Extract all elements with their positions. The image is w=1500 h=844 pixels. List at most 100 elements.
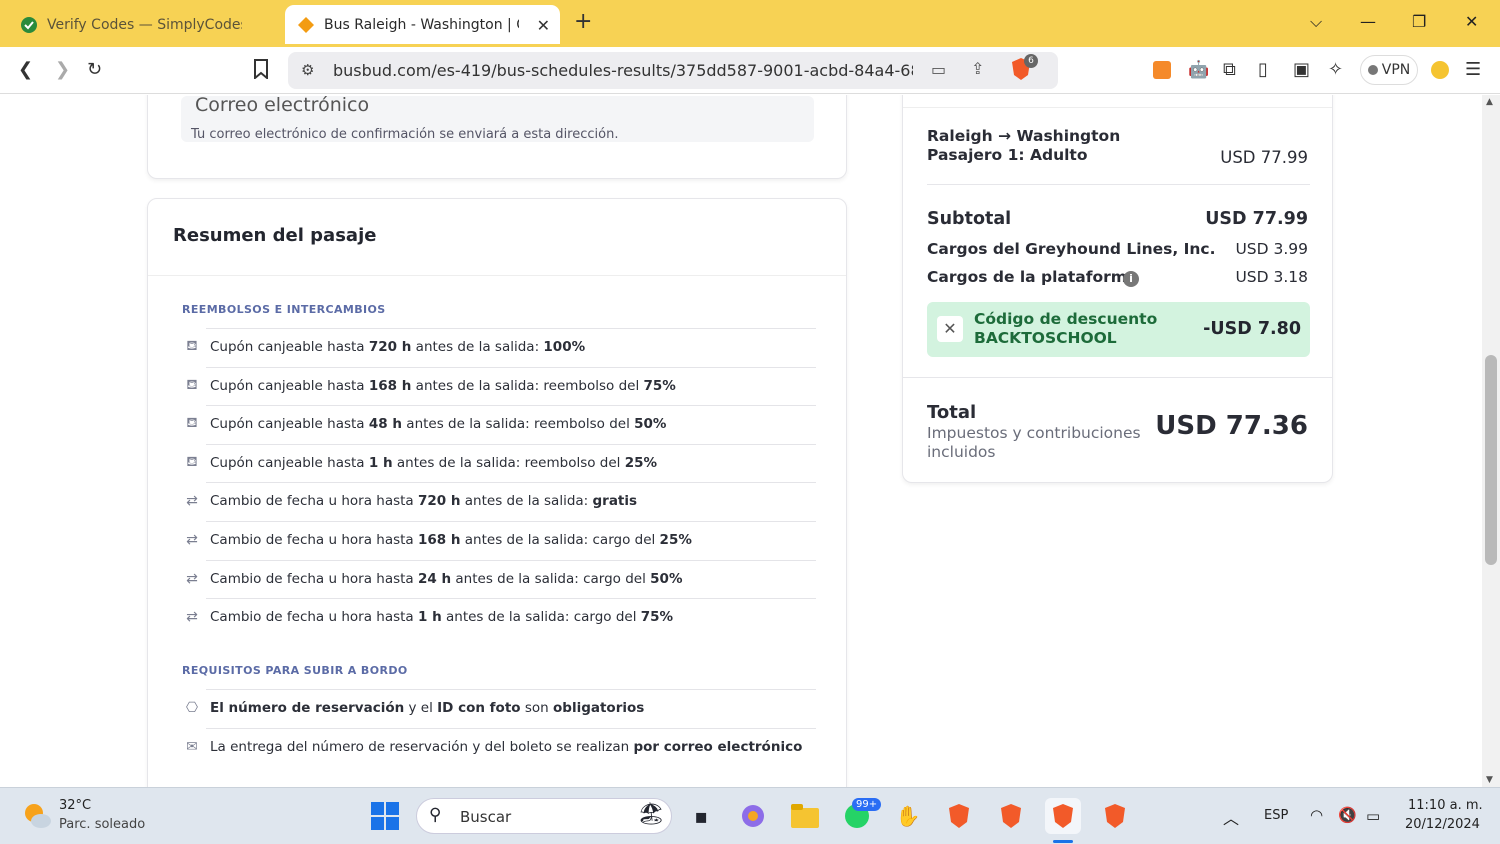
text: Cambio de fecha u hora hasta (210, 570, 418, 587)
exchange-icon: ⇄ (186, 609, 198, 626)
email-hint: Tu correo electrónico de confirmación se… (191, 127, 619, 142)
menu-icon[interactable]: ☰ (1465, 59, 1481, 80)
reload-icon[interactable]: ↻ (87, 59, 102, 80)
minimize-button[interactable]: — (1360, 12, 1376, 31)
tab-list-icon[interactable]: ⌵ (1310, 12, 1322, 32)
emphasis: por correo electrónico (633, 738, 803, 755)
list-item-text: El número de reservación y el ID con fot… (210, 700, 644, 716)
rewards-icon[interactable] (1430, 60, 1450, 85)
bus-icon: ⎔ (185, 700, 199, 716)
summary-title: Resumen del pasaje (173, 225, 377, 246)
cast-icon[interactable]: ▭ (931, 60, 946, 79)
price-card: Raleigh → Washington Pasajero 1: Adulto … (902, 95, 1333, 483)
list-item-text: Cupón canjeable hasta 1 h antes de la sa… (210, 455, 657, 471)
discount-box: ✕ Código de descuento BACKTOSCHOOL -USD … (927, 302, 1310, 357)
row-divider (206, 598, 816, 600)
share-icon[interactable]: ⇪ (971, 59, 984, 78)
extensions-puzzle-icon[interactable]: ⧉ (1223, 59, 1236, 80)
restore-button[interactable]: ❐ (1412, 12, 1426, 31)
task-view-icon[interactable]: ▪ (683, 798, 719, 834)
tab-bar: Verify Codes — SimplyCodes Bus Raleigh -… (0, 0, 1500, 47)
mail-icon: ✉ (186, 738, 198, 755)
site-settings-icon[interactable]: ⚙ (301, 61, 314, 79)
active-indicator (1053, 840, 1073, 843)
clock-date[interactable]: 20/12/2024 (1405, 817, 1480, 832)
clock-time[interactable]: 11:10 a. m. (1408, 798, 1483, 813)
route: Raleigh → Washington (927, 127, 1121, 145)
app-icon[interactable]: ✋ (890, 798, 926, 834)
list-item-text: La entrega del número de reservación y d… (210, 739, 802, 755)
passenger-price: USD 77.99 (1220, 148, 1308, 167)
close-window-button[interactable]: ✕ (1465, 12, 1478, 31)
emphasis: 1 h (417, 609, 442, 626)
battery-icon[interactable]: ▭ (1366, 807, 1380, 825)
language-indicator[interactable]: ESP (1264, 808, 1288, 823)
list-item-text: Cambio de fecha u hora hasta 168 h antes… (210, 532, 692, 548)
tab-title: Verify Codes — SimplyCodes (47, 16, 242, 33)
wifi-icon[interactable]: ◠ (1310, 806, 1323, 824)
search-placeholder: Buscar (460, 808, 512, 826)
brave-icon[interactable] (941, 798, 977, 834)
row-divider (206, 727, 816, 729)
emphasis: 100% (543, 339, 586, 355)
subtotal-label: Subtotal (927, 209, 1012, 229)
leo-ai-icon[interactable]: ✧ (1328, 59, 1343, 80)
text: antes de la salida: reembolso del (402, 416, 635, 433)
scroll-down-icon[interactable]: ▼ (1486, 775, 1493, 785)
extension-robot-icon[interactable]: 🤖 (1188, 60, 1209, 80)
scroll-up-icon[interactable]: ▲ (1486, 97, 1493, 107)
bookmark-icon[interactable] (253, 59, 269, 84)
address-bar[interactable]: ⚙ busbud.com/es-419/bus-schedules-result… (288, 52, 1058, 89)
sidebar-icon[interactable]: ▯ (1258, 59, 1268, 80)
back-icon[interactable]: ❮ (18, 59, 33, 80)
url-text[interactable]: busbud.com/es-419/bus-schedules-results/… (333, 61, 913, 80)
brave-active-icon[interactable] (1045, 798, 1081, 834)
info-icon[interactable]: i (1123, 271, 1139, 287)
windows-start-icon[interactable] (371, 802, 400, 835)
emphasis: 48 h (368, 416, 402, 433)
copilot-icon[interactable] (735, 798, 771, 834)
scrollbar-thumb[interactable] (1485, 355, 1497, 565)
text: antes de la salida: reembolso del (392, 454, 625, 471)
scrollbar[interactable]: ▲ ▼ (1482, 95, 1500, 787)
list-item-text: Cupón canjeable hasta 48 h antes de la s… (210, 416, 666, 432)
wallet-icon[interactable]: ▣ (1293, 59, 1310, 80)
chevron-up-icon[interactable]: ︿ (1223, 805, 1239, 829)
text: son (520, 700, 553, 716)
refunds-header: REEMBOLSOS E INTERCAMBIOS (182, 303, 386, 316)
volume-muted-icon[interactable]: 🔇 (1338, 806, 1357, 824)
list-item-text: Cambio de fecha u hora hasta 1 h antes d… (210, 609, 673, 625)
extension-icon[interactable] (1153, 61, 1171, 84)
brave-icon[interactable] (993, 798, 1029, 834)
remove-discount-button[interactable]: ✕ (937, 316, 963, 342)
tab-verify-codes[interactable]: Verify Codes — SimplyCodes (10, 5, 280, 44)
tab-title: Bus Raleigh - Washington | Com (324, 16, 519, 33)
total-label: Total (927, 402, 977, 423)
list-item: ⇄ Cambio de fecha u hora hasta 720 h ante… (182, 490, 637, 512)
whatsapp-badge: 99+ (852, 798, 882, 811)
weather-desc: Parc. soleado (59, 817, 146, 832)
vpn-button[interactable]: VPN (1360, 55, 1418, 85)
text: antes de la salida: cargo del (451, 570, 651, 587)
row-divider (206, 443, 816, 445)
brave-icon[interactable] (1097, 798, 1133, 834)
taskbar: 32°C Parc. soleado ⚲ Buscar 🏖 ▪ 99+ ✋ ︿ … (0, 787, 1500, 844)
file-explorer-icon[interactable] (787, 798, 823, 834)
exchange-icon: ⇄ (186, 570, 198, 587)
list-item: ⛾ Cupón canjeable hasta 168 h antes de la… (182, 375, 676, 397)
new-tab-button[interactable]: + (574, 9, 592, 34)
row-divider (206, 482, 816, 484)
page-content: Correo electrónico Tu correo electrónico… (0, 95, 1482, 787)
email-field-label: Correo electrónico (195, 96, 370, 116)
emphasis: 720 h (368, 339, 412, 355)
close-tab-icon[interactable]: ✕ (537, 16, 550, 35)
forward-icon[interactable]: ❯ (55, 59, 70, 80)
passenger-label: Pasajero 1: Adulto (927, 146, 1088, 164)
tab-busbud[interactable]: Bus Raleigh - Washington | Com ✕ (285, 5, 560, 44)
taskbar-search[interactable]: ⚲ Buscar 🏖 (416, 798, 672, 834)
search-highlight-icon: 🏖 (637, 802, 665, 827)
list-item-text: Cambio de fecha u hora hasta 720 h antes… (210, 493, 637, 509)
weather-icon[interactable] (22, 801, 52, 835)
text: antes de la salida: (411, 339, 544, 355)
emphasis: 168 h (368, 377, 412, 394)
